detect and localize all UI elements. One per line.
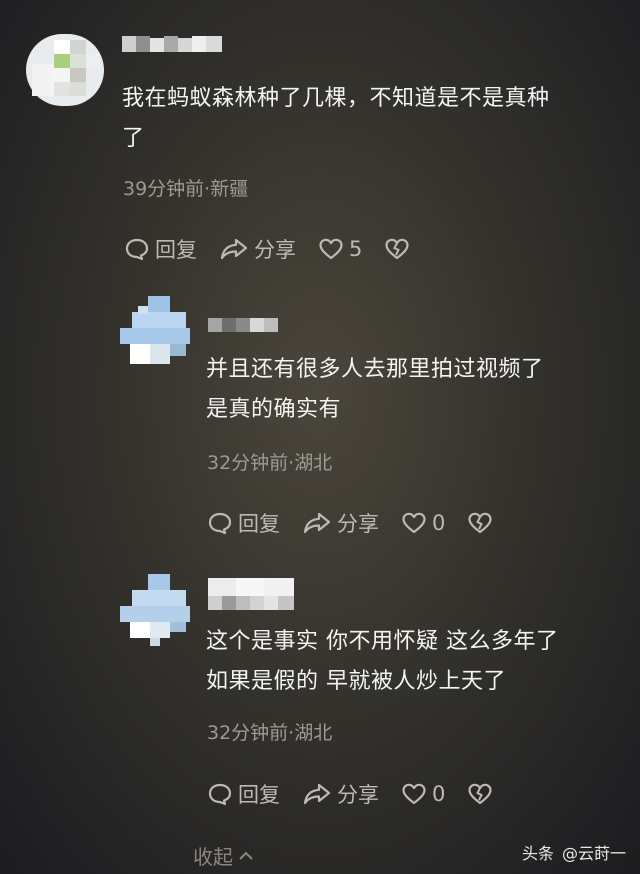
share-button[interactable]: 分享 [302, 508, 379, 538]
comment-text-line: 了 [122, 126, 145, 151]
like-count: 0 [432, 782, 446, 806]
username-blurred[interactable] [208, 578, 296, 616]
like-button[interactable]: 0 [401, 782, 445, 806]
share-button[interactable]: 分享 [219, 234, 296, 264]
like-count: 5 [349, 237, 363, 261]
reply-label: 回复 [155, 238, 197, 262]
share-arrow-icon [303, 512, 331, 534]
comment-text-line: 并且还有很多人去那里拍过视频了 [206, 357, 544, 382]
comment-text-line: 是真的确实有 [206, 397, 342, 422]
heart-icon [402, 512, 426, 534]
like-button[interactable]: 5 [318, 237, 362, 261]
reply-button[interactable]: 回复 [207, 779, 280, 809]
avatar[interactable] [120, 574, 190, 646]
share-arrow-icon [220, 238, 248, 260]
collapse-label: 收起 [193, 845, 233, 869]
broken-heart-icon [468, 512, 492, 534]
dislike-button[interactable] [467, 511, 498, 535]
avatar[interactable] [26, 34, 104, 106]
comment-text-line: 我在蚂蚁森林种了几棵，不知道是不是真种 [122, 86, 550, 111]
reply-button[interactable]: 回复 [124, 234, 197, 264]
chevron-up-icon [239, 851, 253, 860]
heart-icon [402, 783, 426, 805]
watermark: 头条 @云莳一 [522, 840, 626, 864]
heart-icon [319, 238, 343, 260]
dislike-button[interactable] [384, 237, 415, 261]
comment-meta: 32分钟前·湖北 [207, 452, 333, 474]
share-label: 分享 [337, 783, 379, 807]
watermark-brand: 头条 [521, 844, 554, 863]
username-blurred[interactable] [122, 34, 226, 58]
comment-actions: 回复 分享 0 [207, 779, 520, 809]
comment-icon [208, 512, 232, 535]
comment-meta: 39分钟前·新疆 [123, 178, 249, 200]
like-button[interactable]: 0 [401, 511, 445, 535]
comment-text-line: 如果是假的 早就被人炒上天了 [206, 669, 506, 694]
watermark-handle: @云莳一 [561, 844, 626, 863]
share-arrow-icon [303, 783, 331, 805]
comment-text: 我在蚂蚁森林种了几棵，不知道是不是真种 了 [122, 79, 622, 159]
collapse-replies-button[interactable]: 收起 [193, 841, 255, 870]
reply-label: 回复 [238, 512, 280, 536]
reply-label: 回复 [238, 783, 280, 807]
comment-actions: 回复 分享 5 [124, 234, 437, 264]
share-label: 分享 [337, 512, 379, 536]
broken-heart-icon [468, 783, 492, 805]
comment-text-line: 这个是事实 你不用怀疑 这么多年了 [206, 629, 559, 654]
comment-icon [208, 783, 232, 806]
like-count: 0 [432, 511, 446, 535]
reply-comment-2: 这个是事实 你不用怀疑 这么多年了 如果是假的 早就被人炒上天了 32分钟前·湖… [0, 560, 640, 830]
comment-icon [125, 238, 149, 261]
comment-actions: 回复 分享 0 [207, 508, 520, 538]
share-button[interactable]: 分享 [302, 779, 379, 809]
reply-button[interactable]: 回复 [207, 508, 280, 538]
dislike-button[interactable] [467, 782, 498, 806]
comment-1: 我在蚂蚁森林种了几棵，不知道是不是真种 了 39分钟前·新疆 回复 分享 5 [0, 0, 640, 280]
reply-comment-1: 并且还有很多人去那里拍过视频了 是真的确实有 32分钟前·湖北 回复 分享 0 [0, 280, 640, 560]
comment-text: 这个是事实 你不用怀疑 这么多年了 如果是假的 早就被人炒上天了 [206, 622, 626, 702]
share-label: 分享 [254, 238, 296, 262]
avatar[interactable] [120, 296, 190, 364]
username-blurred[interactable] [208, 314, 280, 338]
broken-heart-icon [385, 238, 409, 260]
comment-meta: 32分钟前·湖北 [207, 722, 333, 744]
comment-text: 并且还有很多人去那里拍过视频了 是真的确实有 [206, 350, 626, 430]
